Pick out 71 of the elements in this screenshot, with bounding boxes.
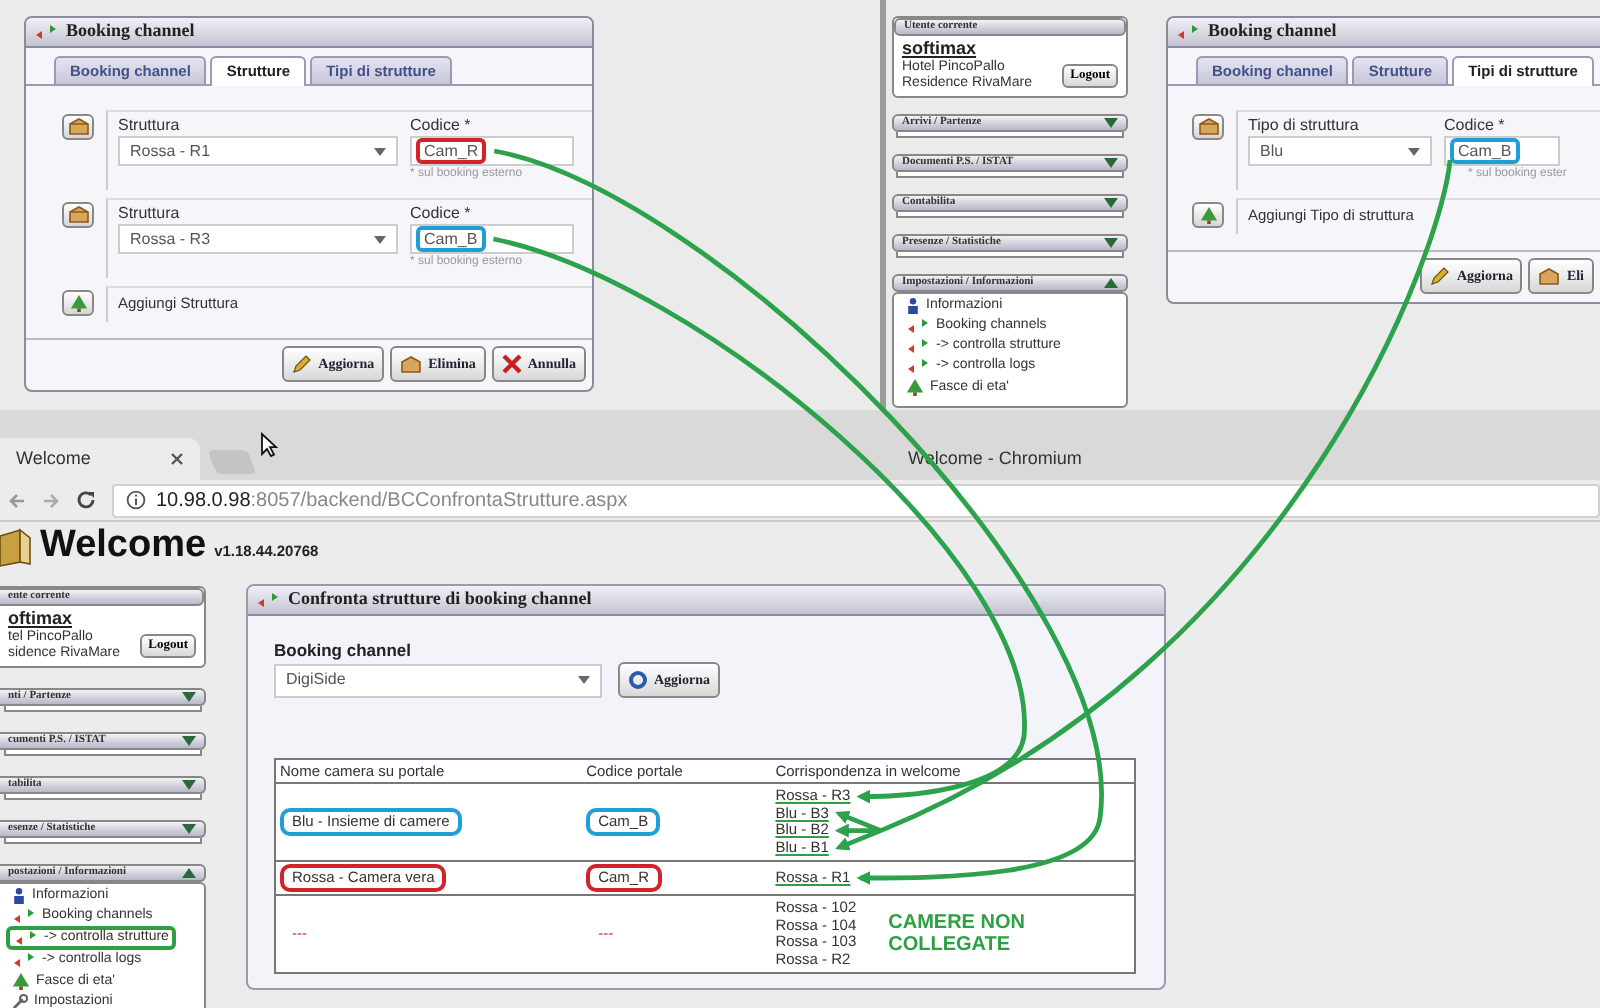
select-value: Rossa - R3 [130, 227, 211, 251]
package-button[interactable] [1192, 114, 1224, 140]
mouse-cursor-icon [260, 432, 278, 458]
tree-icon [1199, 206, 1217, 224]
app-title: Welcome [40, 524, 207, 568]
field-label: Struttura [118, 116, 182, 136]
select-field[interactable]: Rossa - R1 [118, 136, 398, 166]
select-value: Blu [1260, 139, 1284, 163]
field-label: Codice * [1444, 116, 1507, 136]
cross-icon [501, 354, 522, 374]
field-label: Struttura [118, 204, 182, 224]
address-bar[interactable]: 10.98.0.98:8057/backend/BCConfrontaStrutture.aspx [112, 483, 1600, 517]
exchange-icon [906, 338, 930, 354]
input-field[interactable]: Cam_B [410, 224, 574, 254]
exchange-icon [256, 592, 280, 608]
field-label: Tipo di struttura [1248, 116, 1361, 136]
select-field[interactable]: DigiSide [274, 663, 602, 697]
annotation-note: CAMERE NON COLLEGATE [888, 912, 1027, 956]
dropdown-caret-icon [374, 147, 386, 155]
exchange-icon [1176, 24, 1200, 40]
input-field[interactable]: Cam_R [410, 136, 574, 166]
package-button[interactable] [62, 114, 94, 140]
wrench-icon [12, 994, 28, 1008]
package-icon [400, 355, 423, 373]
package-button[interactable] [62, 202, 94, 228]
exchange-icon [12, 952, 36, 968]
tree-icon [12, 972, 30, 990]
package-icon [1197, 118, 1219, 136]
tree-icon [906, 378, 924, 396]
dropdown-caret-icon [578, 676, 590, 684]
user-name[interactable]: oftimax [8, 608, 73, 630]
select-field[interactable]: Blu [1248, 136, 1432, 166]
exchange-icon [34, 24, 58, 40]
dialog-title: Booking channel [66, 18, 195, 45]
exchange-icon [906, 318, 930, 334]
select-value: Rossa - R1 [130, 139, 211, 163]
field-label: Codice * [410, 204, 473, 224]
person-icon [906, 298, 920, 314]
dropdown-caret-icon [1408, 147, 1420, 155]
highlighted-value: Cam_B [416, 226, 486, 252]
highlighted-value: Cam_R [416, 138, 487, 164]
select-field[interactable]: Rossa - R3 [118, 224, 398, 254]
url-text: 10.98.0.98:8057/backend/BCConfrontaStrutture.aspx [156, 487, 628, 515]
pencil-icon [1430, 266, 1451, 286]
exchange-icon [12, 908, 36, 924]
person-icon [12, 888, 26, 904]
reload-icon[interactable] [76, 490, 96, 510]
dropdown-caret-icon [374, 235, 386, 243]
panel-title: Confronta strutture di booking channel [288, 586, 592, 613]
select-value: DigiSide [286, 668, 346, 692]
exchange-icon [14, 930, 38, 946]
highlighted-value: Cam_B [1450, 138, 1520, 164]
exchange-icon [906, 358, 930, 374]
refresh-icon [628, 670, 648, 690]
package-icon [1538, 267, 1561, 285]
book-logo-icon [0, 528, 32, 568]
package-icon [67, 118, 89, 136]
field-label: Codice * [410, 116, 473, 136]
tree-icon [69, 294, 87, 312]
pencil-icon [292, 354, 313, 374]
package-icon [67, 206, 89, 224]
user-name[interactable]: softimax [902, 38, 977, 60]
input-field[interactable]: Cam_B [1444, 136, 1560, 166]
tab-title: Welcome [16, 445, 91, 472]
close-icon[interactable] [170, 452, 184, 466]
add-button[interactable] [62, 290, 94, 316]
field-label: Booking channel [274, 640, 413, 662]
add-button[interactable] [1192, 202, 1224, 228]
info-icon[interactable] [126, 490, 146, 510]
browser-tab[interactable]: Welcome [0, 438, 200, 480]
dialog-title: Booking channel [1208, 18, 1337, 45]
